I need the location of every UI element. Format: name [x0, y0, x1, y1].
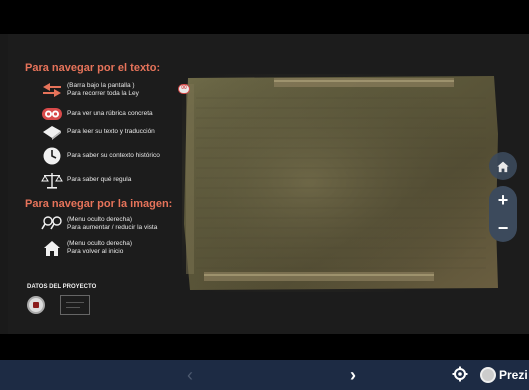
settings-gear-icon[interactable]	[452, 366, 470, 384]
legend-line: Para recorrer toda la Ley	[67, 90, 139, 97]
prezi-logo-icon	[480, 367, 496, 383]
scales-icon	[40, 170, 64, 190]
legend-row-zoom: (Menu oculto derecha) Para aumentar / re…	[40, 214, 157, 234]
legend-line: Para saber qué regula	[67, 176, 132, 183]
top-black-bar	[0, 0, 529, 34]
project-data-label: DATOS DEL PROYECTO	[27, 284, 97, 290]
rubric-marker-button[interactable]: 00	[178, 84, 190, 94]
home-icon	[497, 161, 509, 172]
magnifier-icon	[40, 214, 64, 234]
legend-row-scroll: (Barra bajo la pantalla ) Para recorrer …	[40, 80, 139, 100]
legend-row-regulation: Para saber qué regula	[40, 170, 131, 190]
legend-row-history: Para saber su contexto histórico	[40, 146, 160, 166]
text-navigation-heading: Para navegar por el texto:	[25, 62, 161, 74]
university-seal-icon[interactable]	[27, 296, 45, 314]
legend-line: Para leer su texto y traducción	[67, 128, 155, 135]
legend-line: (Menu oculto derecha)	[67, 216, 133, 223]
home-button[interactable]	[489, 152, 517, 180]
legend-row-rubric: Para ver una rúbrica concreta	[40, 104, 153, 124]
bottom-black-bar	[0, 334, 529, 360]
bronze-tablet-image	[182, 74, 500, 292]
zoom-in-button[interactable]: +	[489, 186, 517, 214]
legend-line: (Menu oculto derecha)	[67, 240, 133, 247]
image-navigation-heading: Para navegar por la imagen:	[25, 198, 173, 210]
zoom-out-button[interactable]: −	[489, 214, 517, 242]
clock-icon	[40, 146, 64, 166]
rubric-badge-icon	[40, 104, 64, 124]
previous-step-button[interactable]: ‹	[180, 364, 200, 386]
legend-line: (Barra bajo la pantalla )	[67, 82, 135, 89]
zoom-controls: + −	[489, 186, 517, 242]
legend-line: Para ver una rúbrica concreta	[67, 110, 153, 117]
book-icon	[40, 122, 64, 142]
legend-row-read: Para leer su texto y traducción	[40, 122, 155, 142]
legend-line: Para saber su contexto histórico	[67, 152, 160, 159]
home-icon	[40, 238, 64, 258]
double-arrow-icon	[40, 80, 64, 100]
next-step-button[interactable]: ›	[343, 364, 363, 386]
brand-name: Prezi	[499, 368, 528, 382]
legend-line: Para aumentar / reducir la vista	[67, 224, 158, 231]
project-frame-icon[interactable]	[60, 295, 90, 315]
prezi-navigation-bar: ‹ › Prezi	[0, 360, 529, 390]
legend-line: Para volver al inicio	[67, 248, 124, 255]
legend-row-home: (Menu oculto derecha) Para volver al ini…	[40, 238, 132, 258]
prezi-brand[interactable]: Prezi	[480, 366, 528, 384]
